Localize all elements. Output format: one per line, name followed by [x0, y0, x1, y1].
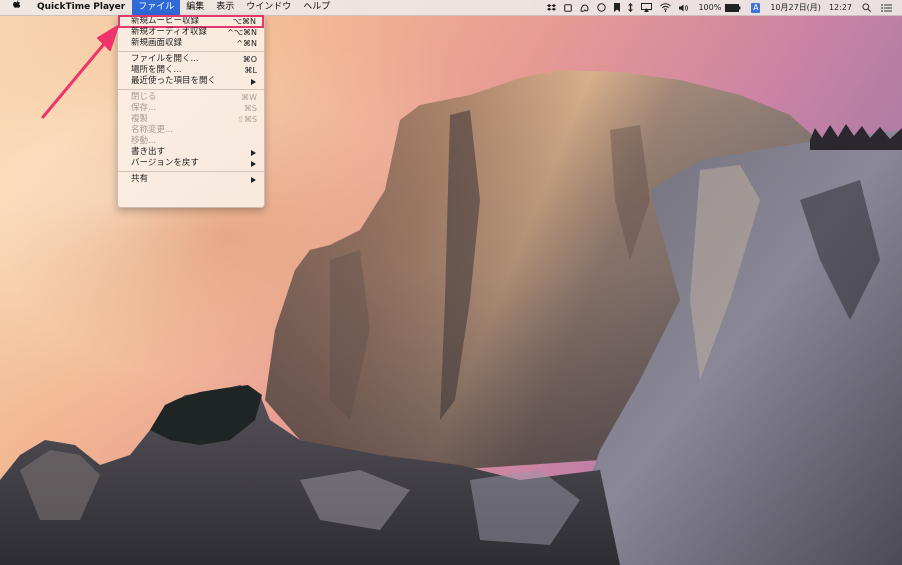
menu-item-revert-to[interactable]: バージョンを戻す	[118, 158, 264, 169]
status-menu-area: 100% A 10月27日(月) 12:27	[543, 0, 902, 15]
menu-separator	[118, 171, 264, 172]
menu-item-share[interactable]: 共有	[118, 174, 264, 185]
menu-item-open-file[interactable]: ファイルを開く... ⌘O	[118, 54, 264, 65]
file-menu-dropdown: 新規ムービー収録 ⌥⌘N 新規オーディオ収録 ^⌥⌘N 新規画面収録 ^⌘N フ…	[117, 15, 265, 208]
dropbox-icon[interactable]	[543, 3, 560, 12]
menu-item-save[interactable]: 保存... ⌘S	[118, 103, 264, 114]
wifi-icon[interactable]	[656, 3, 675, 12]
menu-item-label: ファイルを開く...	[131, 54, 199, 64]
menu-item-label: 複製	[131, 114, 149, 124]
menu-bar: QuickTime Player ファイル 編集 表示 ウインドウ ヘルプ 10…	[0, 0, 902, 16]
menu-item-close[interactable]: 閉じる ⌘W	[118, 92, 264, 103]
menu-item-label: 最近使った項目を開く	[131, 76, 217, 86]
menubar-clock[interactable]: 12:27	[825, 0, 856, 15]
menu-separator	[118, 51, 264, 52]
menu-item-label: 名称変更...	[131, 125, 174, 135]
menu-window[interactable]: ウインドウ	[240, 0, 297, 15]
square-icon[interactable]	[560, 3, 576, 12]
menu-view[interactable]: 表示	[210, 0, 240, 15]
menu-item-label: 新規オーディオ収録	[131, 27, 207, 37]
menu-item-shortcut: ⇧⌘S	[237, 115, 257, 124]
evernote-icon[interactable]	[576, 3, 593, 12]
menu-item-label: 新規ムービー収録	[131, 16, 200, 26]
menu-item-new-movie-recording[interactable]: 新規ムービー収録 ⌥⌘N	[118, 15, 264, 28]
menu-separator	[118, 89, 264, 90]
sync-arrows-icon[interactable]	[624, 3, 637, 12]
menu-item-shortcut: ⌥⌘N	[232, 17, 256, 26]
volume-icon[interactable]	[675, 4, 694, 12]
menu-item-label: 書き出す	[131, 147, 166, 157]
menu-item-rename[interactable]: 名称変更...	[118, 125, 264, 136]
menu-item-duplicate[interactable]: 複製 ⇧⌘S	[118, 114, 264, 125]
menu-item-new-screen-recording[interactable]: 新規画面収録 ^⌘N	[118, 38, 264, 49]
menu-help[interactable]: ヘルプ	[297, 0, 336, 15]
airplay-icon[interactable]	[637, 3, 656, 12]
menu-item-shortcut: ^⌥⌘N	[227, 28, 257, 37]
menu-item-open-location[interactable]: 場所を開く... ⌘L	[118, 65, 264, 76]
menu-item-label: 新規画面収録	[131, 38, 183, 48]
search-icon[interactable]	[856, 3, 877, 12]
menu-item-shortcut: ⌘W	[241, 93, 257, 102]
menu-item-open-recent[interactable]: 最近使った項目を開く	[118, 76, 264, 87]
list-icon[interactable]	[877, 3, 902, 12]
menu-item-label: 場所を開く...	[131, 65, 182, 75]
menu-item-shortcut: ⌘S	[243, 104, 257, 113]
menu-item-label: 共有	[131, 174, 149, 184]
input-method-indicator[interactable]: A	[745, 2, 766, 13]
input-method-label: A	[751, 2, 761, 13]
menu-item-shortcut: ⌘L	[244, 66, 257, 75]
menu-item-new-audio-recording[interactable]: 新規オーディオ収録 ^⌥⌘N	[118, 27, 264, 38]
battery-percent[interactable]: 100%	[694, 0, 725, 15]
menu-item-label: 移動...	[131, 136, 157, 146]
menubar-date[interactable]: 10月27日(月)	[766, 0, 825, 15]
submenu-arrow-icon	[251, 177, 256, 183]
menu-item-shortcut: ^⌘N	[236, 39, 257, 48]
submenu-arrow-icon	[251, 150, 256, 156]
screen: QuickTime Player ファイル 編集 表示 ウインドウ ヘルプ 10…	[0, 0, 902, 565]
menu-edit[interactable]: 編集	[180, 0, 210, 15]
apple-logo-icon[interactable]	[0, 0, 29, 15]
circle-icon[interactable]	[593, 3, 610, 12]
submenu-arrow-icon	[251, 79, 256, 85]
menu-item-label: バージョンを戻す	[131, 158, 199, 168]
menu-item-label: 保存...	[131, 103, 157, 113]
menu-item-export[interactable]: 書き出す	[118, 147, 264, 158]
menu-file[interactable]: ファイル	[132, 0, 181, 15]
menu-item-move[interactable]: 移動...	[118, 136, 264, 147]
menu-item-shortcut: ⌘O	[242, 55, 257, 64]
submenu-arrow-icon	[251, 161, 256, 167]
app-menu-quicktime[interactable]: QuickTime Player	[29, 0, 132, 15]
battery-icon[interactable]	[725, 3, 745, 12]
menu-item-label: 閉じる	[131, 92, 157, 102]
bookmark-icon[interactable]	[610, 3, 624, 12]
